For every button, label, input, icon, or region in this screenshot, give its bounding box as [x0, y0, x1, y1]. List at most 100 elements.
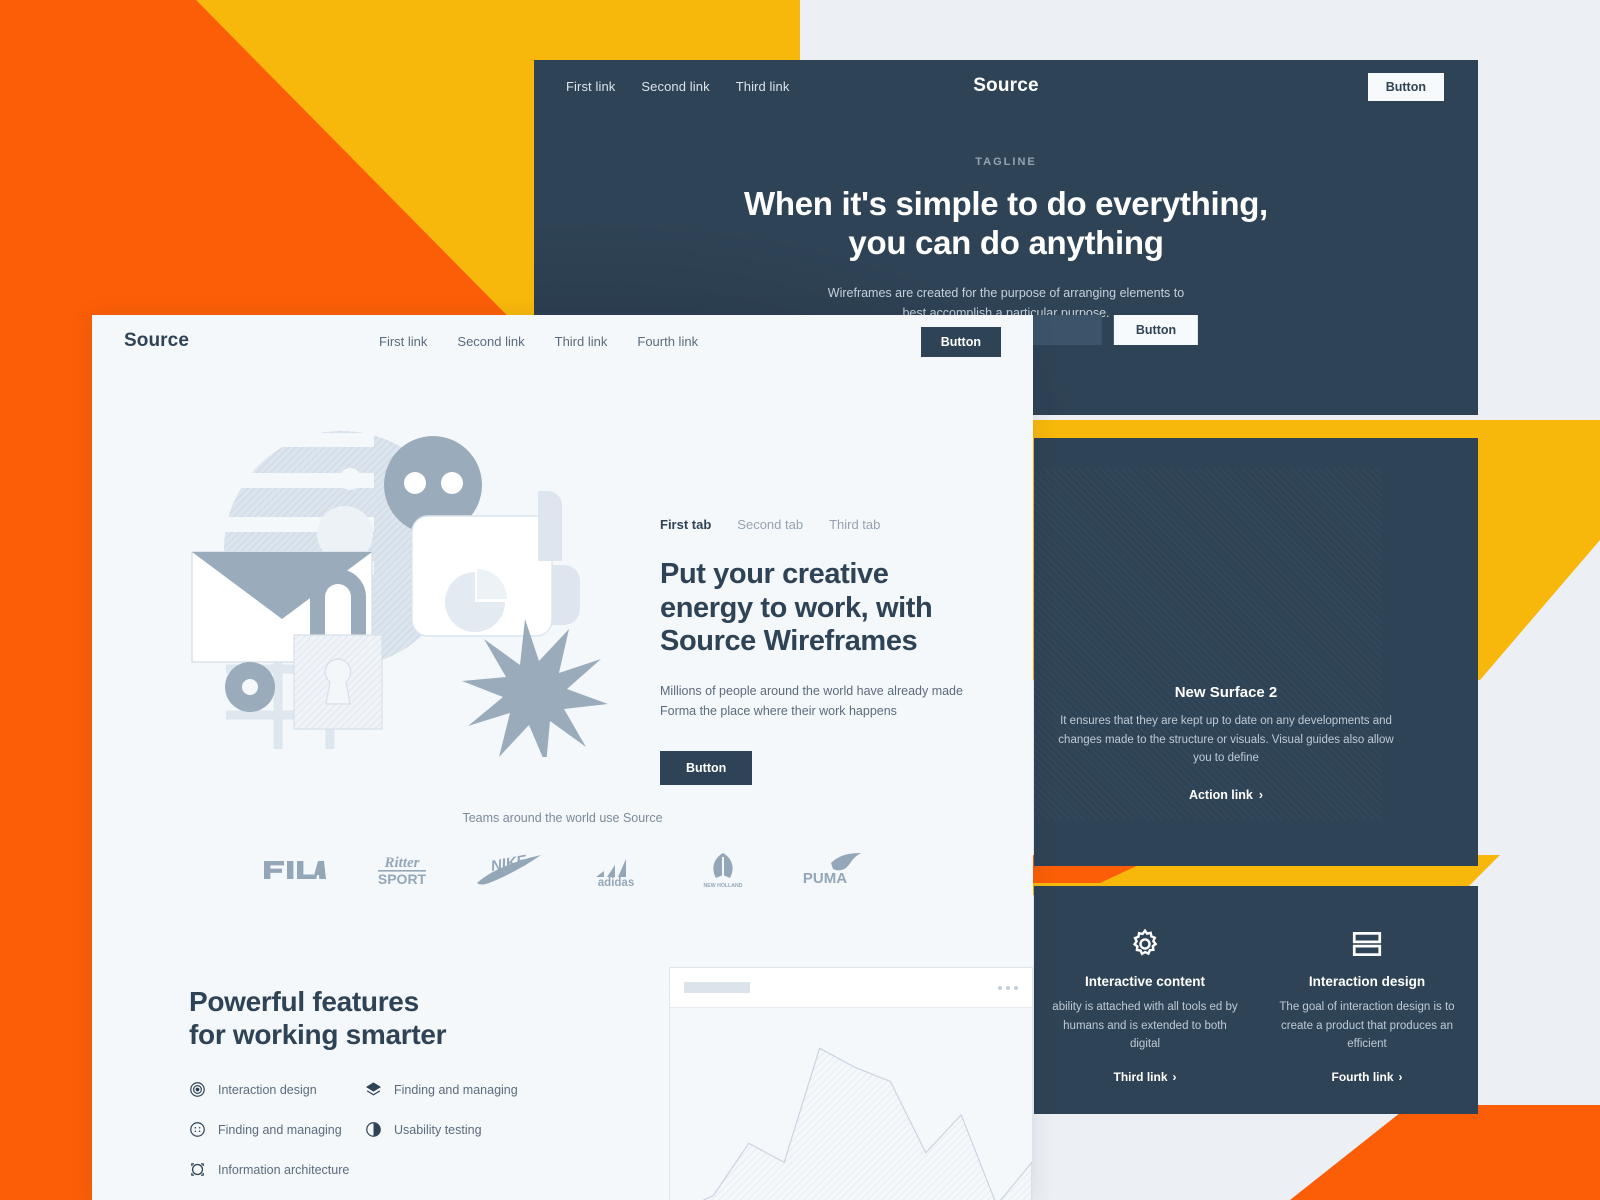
- card-hero-title-line-3: Source Wireframes: [660, 625, 918, 658]
- card-nav-link-fourth[interactable]: Fourth link: [637, 334, 698, 349]
- surface-action-link[interactable]: Action link ›: [1189, 788, 1263, 802]
- feature-link-label: Fourth link: [1331, 1069, 1394, 1084]
- svg-text:SPORT: SPORT: [378, 871, 427, 887]
- nike-logo-icon: NIKE: [456, 853, 563, 887]
- adidas-logo-icon: adidas: [563, 852, 670, 888]
- card-nav-link-third[interactable]: Third link: [555, 334, 608, 349]
- feature-item-list: Interaction design Finding and managing: [189, 1081, 579, 1200]
- dot: [1006, 985, 1010, 990]
- features-panel: Interactive content ability is attached …: [1034, 886, 1478, 1114]
- illustration-svg: [190, 431, 608, 765]
- chevron-right-icon: ›: [1258, 787, 1264, 802]
- screenshot-stage: First link Second link Third link Source…: [0, 0, 1600, 1200]
- card-nav-link-second[interactable]: Second link: [457, 334, 524, 349]
- powerful-features-heading-line-1: Powerful features: [189, 986, 419, 1018]
- card-hero-row: First tab Second tab Third tab Put your …: [92, 367, 1033, 786]
- hero-title: When it's simple to do everything, you c…: [574, 185, 1438, 263]
- feature-link-fourth[interactable]: Fourth link ›: [1332, 1070, 1403, 1084]
- card-brand-logo: Source: [124, 330, 190, 351]
- hero-nav-button[interactable]: Button: [1367, 73, 1444, 101]
- new-holland-logo-icon: NEW HOLLAND: [669, 851, 776, 889]
- powerful-features-section: Powerful features for working smarter In…: [92, 967, 1033, 1200]
- feature-description: ability is attached with all tools ed by…: [1052, 1001, 1238, 1051]
- hero-tagline: TAGLINE: [975, 156, 1037, 168]
- browser-mockup: [669, 967, 1033, 1200]
- card-navbar: Source First link Second link Third link…: [92, 315, 1033, 367]
- hero-title-line-2: you can do anything: [848, 223, 1164, 261]
- feature-item-label: Information architecture: [218, 1162, 350, 1177]
- layout-rows-icon: [1270, 922, 1464, 966]
- feature-item[interactable]: Finding and managing: [189, 1121, 365, 1138]
- bg-orange-bottom-shape: [1290, 1105, 1600, 1200]
- logo-strip: Teams around the world use Source Ritter: [92, 811, 1033, 889]
- svg-text:adidas: adidas: [598, 877, 634, 888]
- ritter-sport-logo-icon: Ritter SPORT: [349, 853, 456, 887]
- card-hero-body: Millions of people around the world have…: [660, 681, 990, 722]
- tab-bar: First tab Second tab Third tab: [660, 517, 990, 532]
- card-cta-button[interactable]: Button: [660, 751, 753, 786]
- hero-nav-link-first[interactable]: First link: [566, 79, 615, 94]
- area-chart: [703, 1047, 1032, 1200]
- feature-link-third[interactable]: Third link ›: [1114, 1070, 1177, 1084]
- dot: [998, 985, 1002, 990]
- hero-copy-column: First tab Second tab Third tab Put your …: [660, 397, 990, 786]
- surface-action-link-label: Action link: [1188, 787, 1253, 802]
- card-nav-link-first[interactable]: First link: [379, 334, 427, 349]
- hero-submit-button[interactable]: Button: [1113, 315, 1199, 345]
- surface-description: It ensures that they are kept up to date…: [1058, 715, 1394, 765]
- hero-nav-link-second[interactable]: Second link: [641, 79, 709, 94]
- hero-navbar: First link Second link Third link Source…: [534, 60, 1478, 112]
- card-hero-title-line-1: Put your creative: [660, 558, 889, 590]
- layers-icon: [365, 1081, 382, 1098]
- chevron-right-icon: ›: [1172, 1069, 1177, 1084]
- svg-text:PUMA: PUMA: [802, 870, 846, 887]
- card-hero-body-line-1: Millions of people around the world have…: [660, 683, 963, 698]
- chevron-right-icon: ›: [1398, 1069, 1403, 1084]
- feature-item-label: Usability testing: [394, 1122, 482, 1137]
- tab-third[interactable]: Third tab: [829, 517, 880, 532]
- tab-first[interactable]: First tab: [660, 517, 711, 532]
- hero-nav-links: First link Second link Third link: [566, 79, 789, 94]
- feature-description: The goal of interaction design is to cre…: [1279, 1001, 1455, 1051]
- hero-title-line-1: When it's simple to do everything,: [744, 185, 1268, 222]
- gear-icon: [1048, 922, 1242, 966]
- feature-item[interactable]: Usability testing: [365, 1121, 541, 1138]
- card-nav-links: First link Second link Third link Fourth…: [379, 334, 698, 349]
- card-hero-title-line-2: energy to work, with: [660, 591, 933, 624]
- powerful-features-copy: Powerful features for working smarter In…: [189, 967, 579, 1200]
- browser-url-bar[interactable]: [684, 982, 750, 994]
- contrast-icon: [365, 1121, 382, 1138]
- feature-title: Interactive content: [1084, 974, 1206, 989]
- feature-item-label: Interaction design: [218, 1082, 317, 1097]
- logo-strip-caption: Teams around the world use Source: [462, 811, 663, 826]
- feature-item[interactable]: Interaction design: [189, 1081, 365, 1098]
- hero-illustration: [190, 397, 660, 765]
- feature-column-interactive-content: Interactive content ability is attached …: [1034, 886, 1256, 1114]
- hero-nav-link-third[interactable]: Third link: [736, 79, 790, 94]
- svg-text:Ritter: Ritter: [384, 855, 420, 871]
- feature-item[interactable]: Finding and managing: [365, 1081, 541, 1098]
- crop-frame-icon: [189, 1161, 206, 1178]
- main-card: Source First link Second link Third link…: [92, 315, 1033, 1200]
- tab-second[interactable]: Second tab: [737, 517, 803, 532]
- feature-item[interactable]: Information architecture: [189, 1161, 365, 1178]
- dots-circle-icon: [189, 1121, 206, 1138]
- feature-link-label: Third link: [1113, 1069, 1168, 1084]
- surface-title: New Surface 2: [1174, 684, 1278, 701]
- puma-logo-icon: PUMA: [776, 853, 883, 887]
- svg-text:NEW HOLLAND: NEW HOLLAND: [703, 883, 742, 889]
- dot: [1014, 985, 1018, 990]
- browser-chart-canvas: [670, 1008, 1032, 1200]
- feature-column-interaction-design: Interaction design The goal of interacti…: [1256, 886, 1478, 1114]
- surface-panel: New Surface 2 It ensures that they are k…: [1034, 438, 1478, 866]
- powerful-features-heading-line-2: for working smarter: [189, 1019, 447, 1051]
- card-nav-button[interactable]: Button: [920, 327, 1001, 357]
- browser-toolbar: [670, 968, 1032, 1009]
- logo-list: Ritter SPORT NIKE adidas NEW HOLLAND PUM…: [92, 851, 1033, 889]
- feature-item-label: Finding and managing: [394, 1082, 518, 1097]
- browser-menu-dots-icon[interactable]: [998, 985, 1018, 990]
- fila-logo-icon: [242, 857, 349, 883]
- feature-title: Interaction design: [1308, 974, 1426, 989]
- card-hero-title: Put your creative energy to work, with S…: [660, 558, 990, 659]
- feature-item-label: Finding and managing: [218, 1122, 342, 1137]
